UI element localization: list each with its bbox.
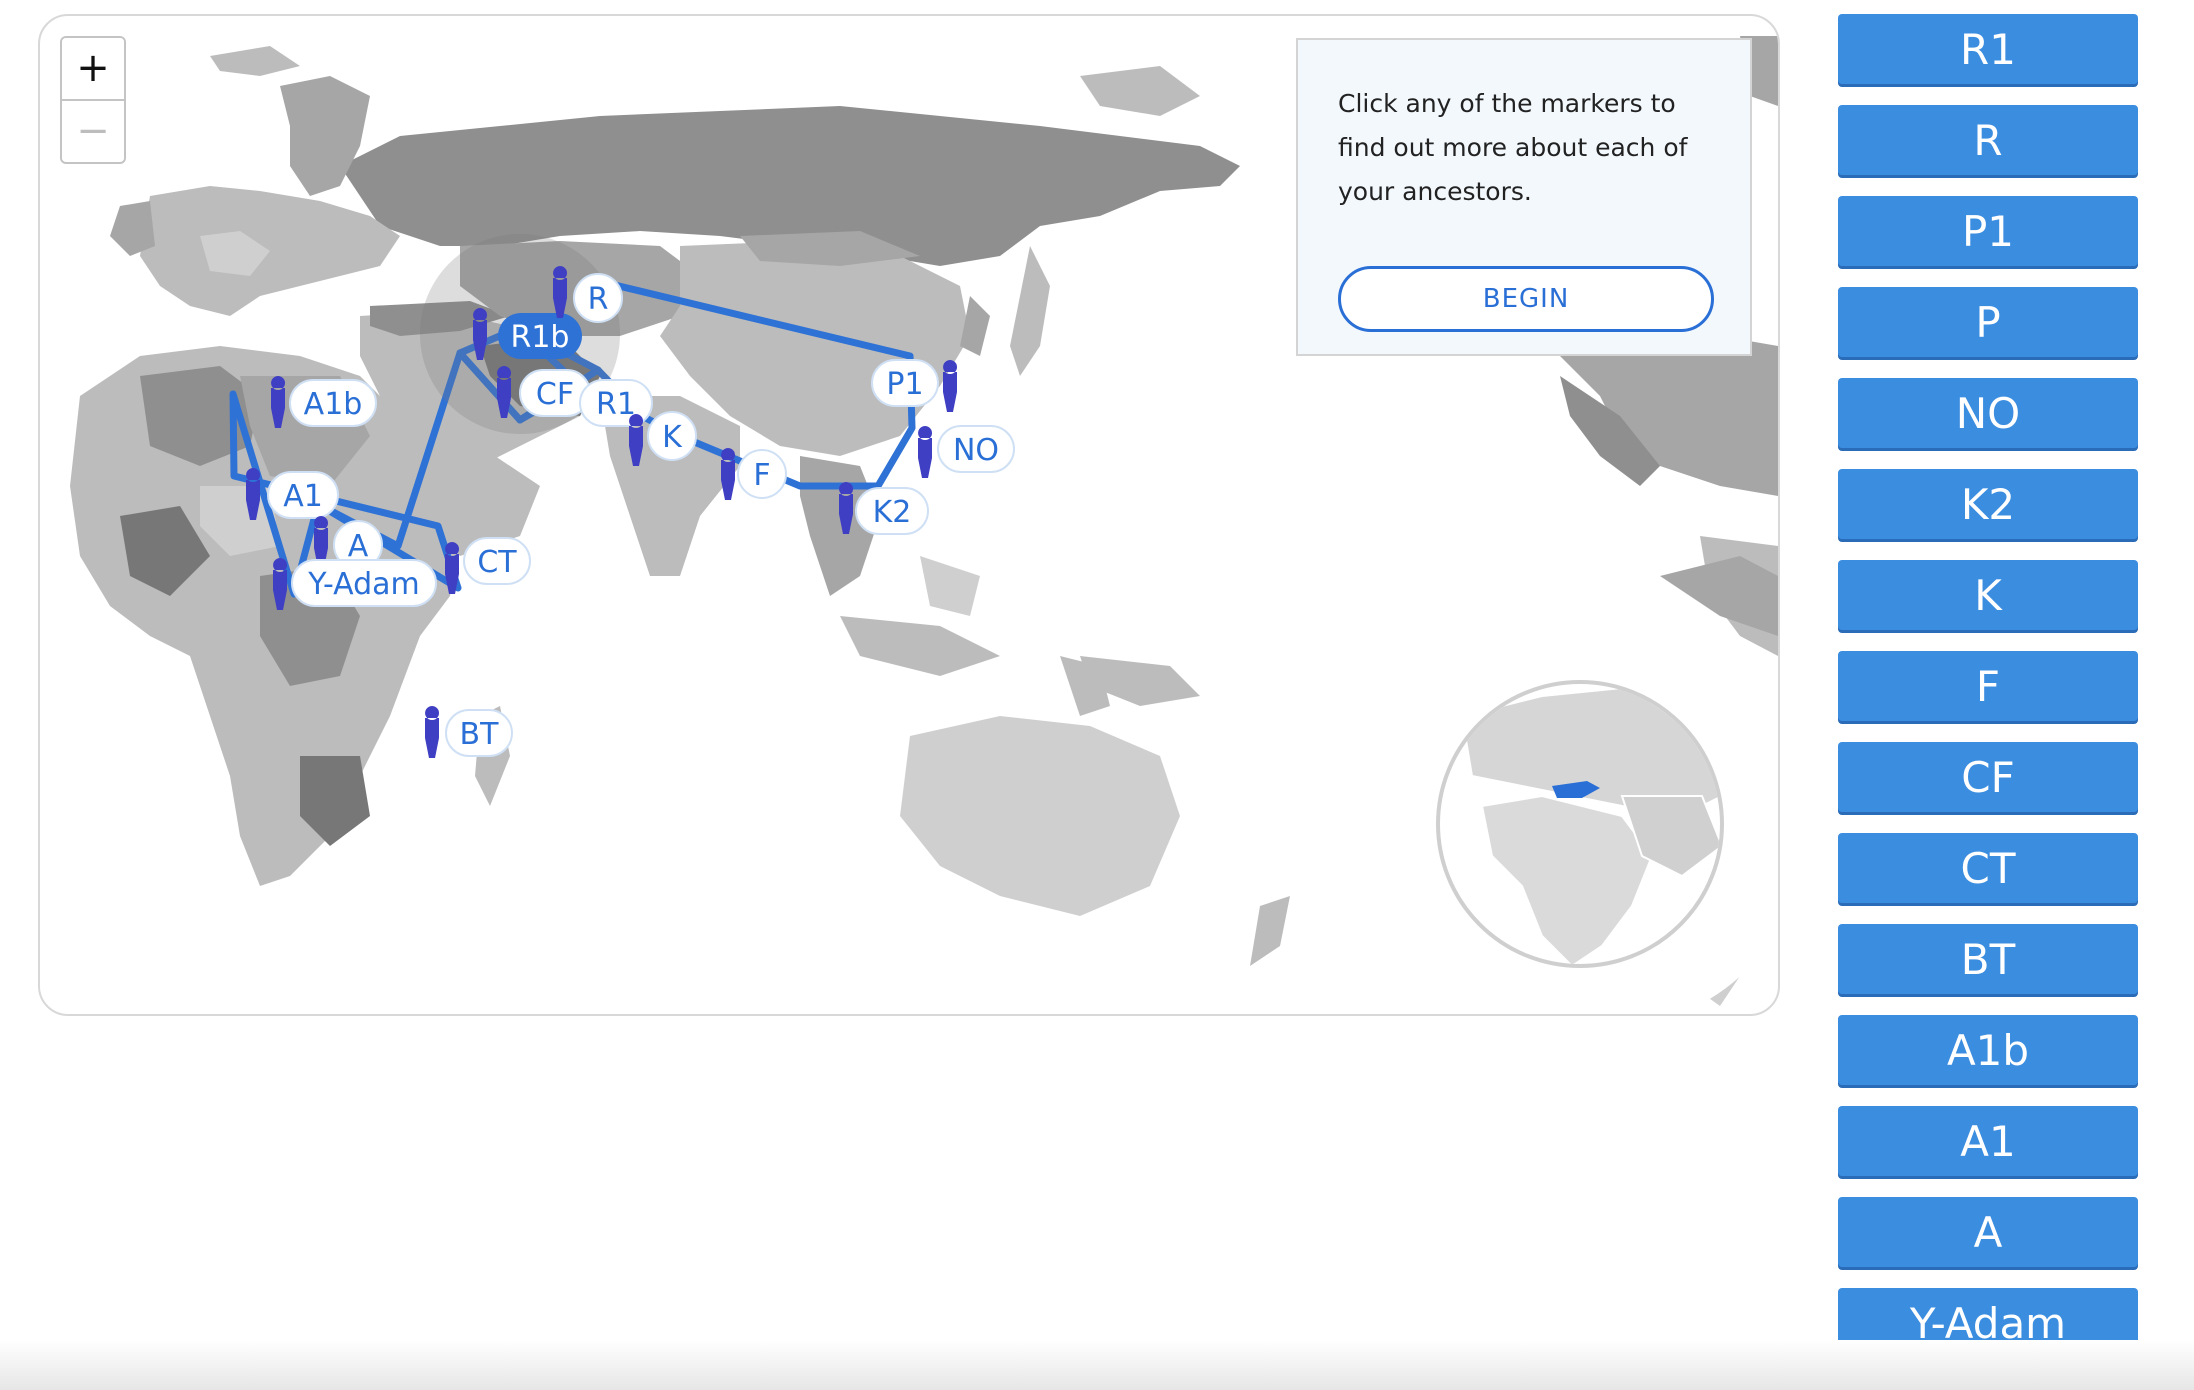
marker-NO-label[interactable]: NO	[953, 433, 999, 468]
zoom-control: + −	[60, 36, 126, 164]
begin-button[interactable]: BEGIN	[1338, 266, 1714, 332]
haplogroup-button-F[interactable]: F	[1838, 651, 2138, 721]
haplogroup-button-A1b[interactable]: A1b	[1838, 1015, 2138, 1085]
marker-A1b-label[interactable]: A1b	[304, 387, 363, 422]
marker-R-label[interactable]: R	[588, 282, 609, 317]
marker-K2-label[interactable]: K2	[873, 495, 912, 530]
haplogroup-button-K2[interactable]: K2	[1838, 469, 2138, 539]
marker-Y-Adam-label[interactable]: Y-Adam	[307, 567, 420, 602]
haplogroup-button-A[interactable]: A	[1838, 1197, 2138, 1267]
marker-F-label[interactable]: F	[753, 458, 770, 493]
info-text: Click any of the markers to find out mor…	[1338, 89, 1688, 206]
marker-R1-label[interactable]: R1	[596, 387, 636, 422]
marker-P1-label[interactable]: P1	[886, 367, 923, 402]
marker-P1-person-icon[interactable]	[943, 360, 958, 412]
haplogroup-button-K[interactable]: K	[1838, 560, 2138, 630]
map-container[interactable]: R1b R CF R1 K F P1 NO K2 A1b A1 A Y-Adam…	[38, 14, 1780, 1016]
haplogroup-button-P[interactable]: P	[1838, 287, 2138, 357]
haplogroup-button-R[interactable]: R	[1838, 105, 2138, 175]
minimap-globe[interactable]	[1422, 646, 1778, 1014]
haplogroup-button-NO[interactable]: NO	[1838, 378, 2138, 448]
marker-A1-label[interactable]: A1	[283, 479, 323, 514]
page-bottom-shade	[0, 1340, 2194, 1390]
marker-A-label[interactable]: A	[348, 529, 369, 564]
globe-icon	[1436, 680, 1724, 968]
marker-NO-person-icon[interactable]	[918, 426, 933, 478]
marker-CF-label[interactable]: CF	[536, 377, 574, 412]
marker-BT-label[interactable]: BT	[460, 717, 500, 752]
marker-R1b-label[interactable]: R1b	[511, 320, 570, 355]
zoom-in-button[interactable]: +	[62, 38, 124, 99]
marker-K-label[interactable]: K	[662, 420, 683, 455]
marker-F-person-icon[interactable]	[721, 448, 736, 500]
marker-CT-label[interactable]: CT	[477, 545, 517, 580]
marker-BT-person-icon[interactable]	[425, 706, 440, 758]
haplogroup-button-CF[interactable]: CF	[1838, 742, 2138, 812]
info-panel: Click any of the markers to find out mor…	[1296, 38, 1752, 356]
haplogroup-button-P1[interactable]: P1	[1838, 196, 2138, 266]
zoom-out-button[interactable]: −	[62, 99, 124, 160]
haplogroup-button-R1[interactable]: R1	[1838, 14, 2138, 84]
haplogroup-button-BT[interactable]: BT	[1838, 924, 2138, 994]
haplogroup-button-A1[interactable]: A1	[1838, 1106, 2138, 1176]
haplogroup-button-CT[interactable]: CT	[1838, 833, 2138, 903]
